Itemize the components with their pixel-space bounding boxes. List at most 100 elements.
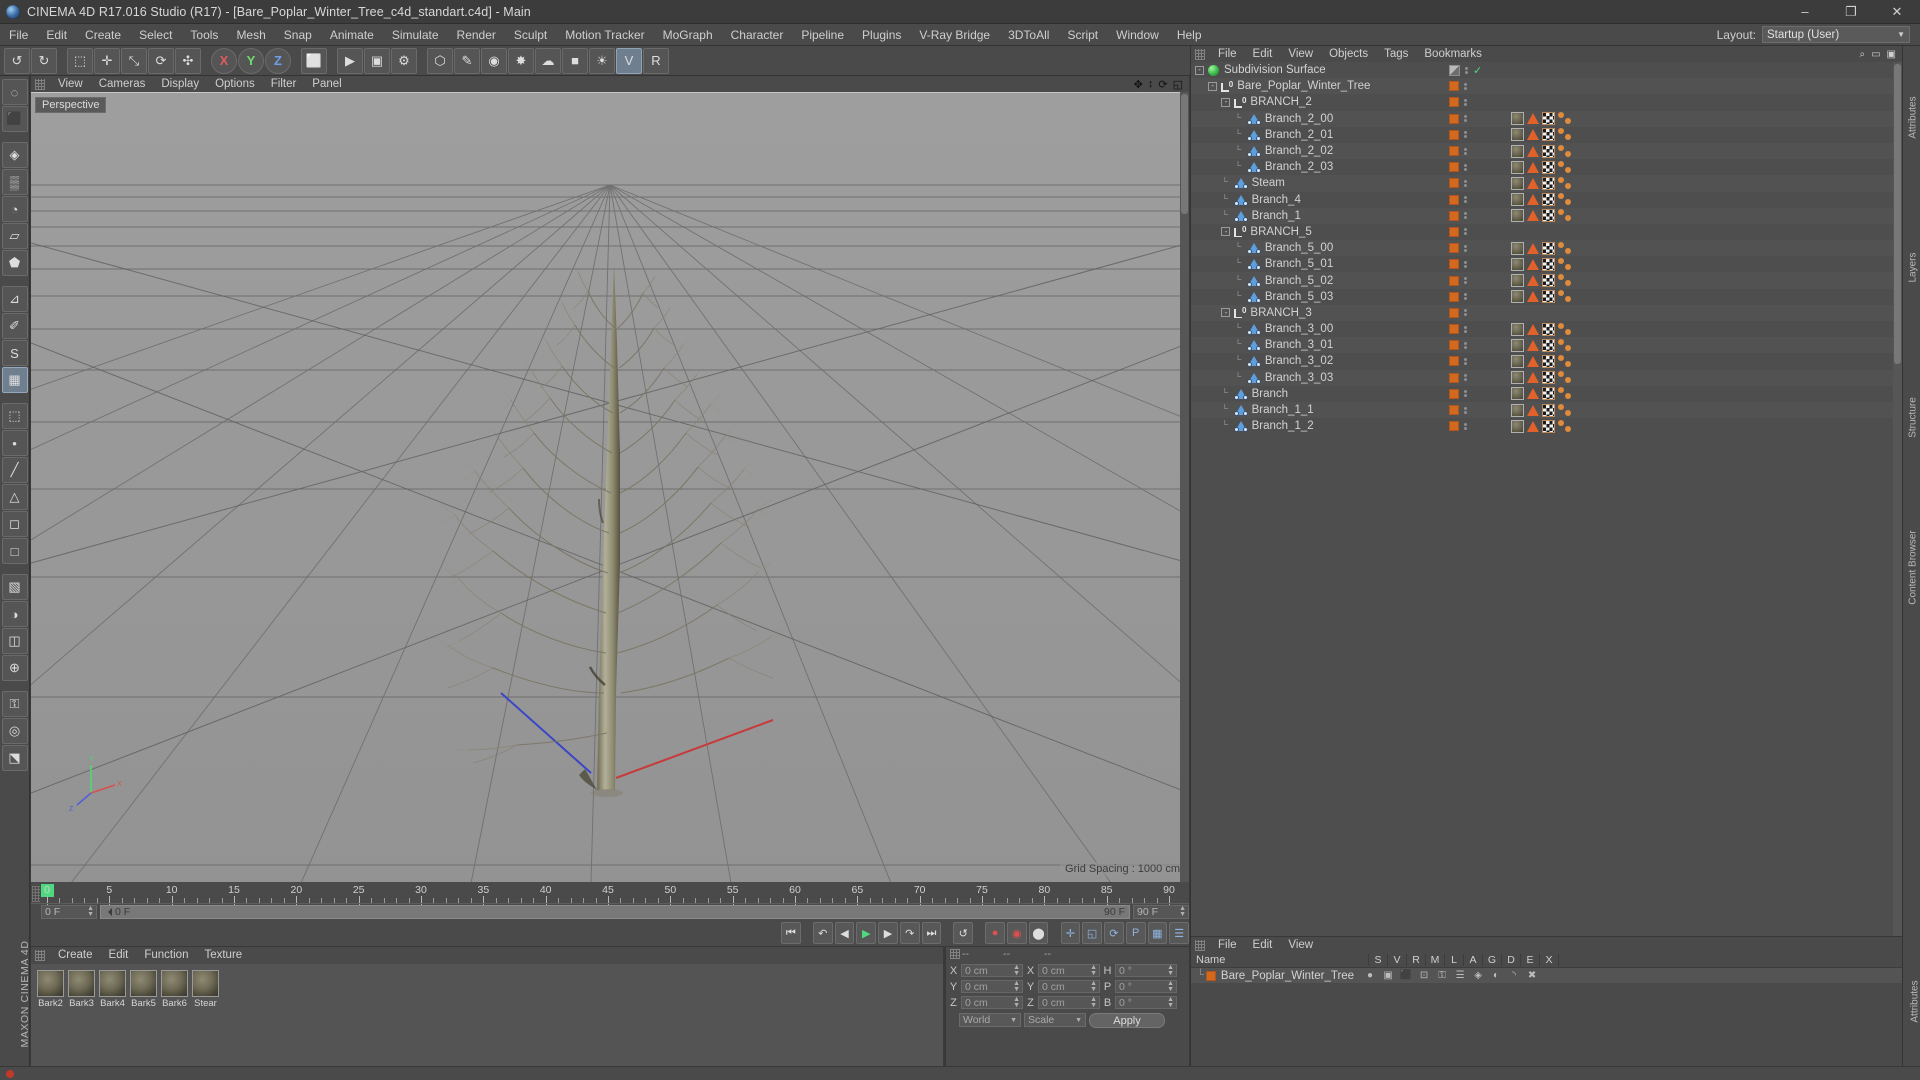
visibility-dots-icon[interactable] xyxy=(1465,66,1468,74)
paint-icon[interactable]: ✐ xyxy=(1,313,28,339)
material-tag-icon[interactable] xyxy=(1511,128,1524,142)
maximize-button[interactable]: ❐ xyxy=(1828,0,1874,24)
object-row[interactable]: -0 BRANCH_3 xyxy=(1191,304,1903,321)
object-menu-objects[interactable]: Objects xyxy=(1321,46,1376,62)
go-to-end-button[interactable]: ⏭ xyxy=(921,922,942,944)
record-active-objects-button[interactable]: ● xyxy=(985,922,1005,944)
timeline-settings-button[interactable]: ☰ xyxy=(1169,922,1189,944)
selection-tag-icon[interactable] xyxy=(1558,257,1573,271)
object-color-swatch[interactable] xyxy=(1449,291,1459,302)
animation-mode-icon[interactable]: ◑ xyxy=(1,601,28,627)
visibility-dots-icon[interactable] xyxy=(1464,147,1467,155)
tree-expander-icon[interactable]: - xyxy=(1221,97,1231,107)
coord-size-field[interactable]: 0 cm ▲ ▼ xyxy=(1038,996,1100,1009)
undo-button[interactable]: ↺ xyxy=(4,47,30,74)
material-tag-icon[interactable] xyxy=(1511,387,1524,401)
material-tag-icon[interactable] xyxy=(1511,112,1524,126)
box-primitive-icon[interactable]: ⬛ xyxy=(1,106,28,132)
light-button[interactable]: ☀ xyxy=(589,47,615,74)
texture-mode-icon[interactable]: ▧ xyxy=(1,574,28,600)
uvw-tag-icon[interactable] xyxy=(1542,338,1555,352)
menu-script[interactable]: Script xyxy=(1058,24,1107,46)
structure-column-d[interactable]: D xyxy=(1502,954,1521,966)
uvw-tag-icon[interactable] xyxy=(1542,403,1555,417)
environment-button[interactable]: ☁ xyxy=(535,47,561,74)
go-to-start-button[interactable]: ⏮ xyxy=(781,922,801,944)
coordinate-space-select[interactable]: World ▼ xyxy=(959,1013,1021,1027)
search-icon[interactable]: ⌕ xyxy=(1859,49,1865,60)
object-tree[interactable]: - Subdivision Surface ✓ -0 Bare_Poplar_Wint… xyxy=(1191,62,1903,936)
object-row[interactable]: - 0 BRANCH_2 xyxy=(1191,94,1903,110)
coord-rotation-field[interactable]: 0 ° ▲ ▼ xyxy=(1115,964,1177,977)
object-row[interactable]: └ Branch xyxy=(1191,386,1903,402)
stepper-icon[interactable]: ▲ ▼ xyxy=(1013,980,1020,993)
apply-button[interactable]: Apply xyxy=(1089,1013,1165,1028)
edge-mode-icon[interactable]: ╱ xyxy=(1,457,28,483)
material-list[interactable]: Bark2 Bark3 Bark4 Bark5 Bark6 Stear xyxy=(31,964,943,1080)
rotate-tool[interactable]: ⟳ xyxy=(148,47,174,74)
object-row[interactable]: └ Branch_5_01 xyxy=(1191,256,1903,272)
polygon-mode-icon[interactable]: △ xyxy=(1,484,28,510)
structure-column-x[interactable]: X xyxy=(1540,954,1559,966)
menu-window[interactable]: Window xyxy=(1107,24,1168,46)
coord-rotation-field[interactable]: 0 ° ▲ ▼ xyxy=(1115,980,1177,993)
menu-character[interactable]: Character xyxy=(722,24,793,46)
visibility-dots-icon[interactable] xyxy=(1464,82,1467,90)
material-tag-icon[interactable] xyxy=(1511,209,1524,223)
uvw-tag-icon[interactable] xyxy=(1542,274,1555,288)
next-keyframe-button[interactable]: ↷ xyxy=(899,922,920,944)
object-color-swatch[interactable] xyxy=(1449,405,1459,416)
menu-animate[interactable]: Animate xyxy=(321,24,383,46)
parameter-key-button[interactable]: P xyxy=(1125,922,1146,944)
visibility-dots-icon[interactable] xyxy=(1464,293,1467,301)
sculpt-icon[interactable]: S xyxy=(1,340,28,366)
material-tag-icon[interactable] xyxy=(1511,144,1524,158)
phong-tag-icon[interactable] xyxy=(1527,177,1539,189)
material-tag-icon[interactable] xyxy=(1511,338,1524,352)
right-tab-attributes[interactable]: Attributes xyxy=(1910,942,1920,1062)
stepper-icon[interactable]: ▲ ▼ xyxy=(87,905,94,918)
tree-expander-icon[interactable]: - xyxy=(1221,308,1231,318)
tree-expander-icon[interactable]: - xyxy=(1208,81,1218,91)
pla-key-button[interactable]: ▦ xyxy=(1147,922,1168,944)
object-row[interactable]: └ Branch_3_03 xyxy=(1191,369,1903,386)
panel-grip-icon[interactable] xyxy=(35,78,45,90)
uvw-tag-icon[interactable] xyxy=(1542,193,1555,207)
viewport-menu-display[interactable]: Display xyxy=(153,76,207,92)
object-row[interactable]: -0 BRANCH_5 xyxy=(1191,224,1903,240)
material-item[interactable]: Bark2 xyxy=(37,970,64,1009)
material-item[interactable]: Bark5 xyxy=(130,970,157,1009)
visibility-dots-icon[interactable] xyxy=(1464,98,1467,106)
structure-column-e[interactable]: E xyxy=(1521,954,1540,966)
structure-toggle-s-icon[interactable]: ● xyxy=(1364,970,1376,982)
coordinate-scale-select[interactable]: Scale ▼ xyxy=(1024,1013,1086,1027)
structure-toggle-m-icon[interactable]: ⊡ xyxy=(1418,970,1430,982)
structure-menu-view[interactable]: View xyxy=(1280,937,1321,953)
structure-toggle-g-icon[interactable]: ◈ xyxy=(1472,970,1484,982)
menu-mesh[interactable]: Mesh xyxy=(227,24,274,46)
phong-tag-icon[interactable] xyxy=(1527,258,1539,270)
minimize-button[interactable]: – xyxy=(1782,0,1828,24)
visibility-dots-icon[interactable] xyxy=(1464,212,1467,220)
range-left-arrow-icon[interactable] xyxy=(104,908,112,916)
panel-grip-icon-structure[interactable] xyxy=(1195,939,1205,951)
scale-tool[interactable]: ⤡ xyxy=(121,47,147,74)
selection-tag-icon[interactable] xyxy=(1558,290,1573,303)
material-item[interactable]: Bark3 xyxy=(68,970,95,1009)
stepper-icon[interactable]: ▲ ▼ xyxy=(1167,980,1174,993)
material-item[interactable]: Bark4 xyxy=(99,970,126,1009)
polygon-pen-icon[interactable]: ▱ xyxy=(1,223,28,249)
object-color-swatch[interactable] xyxy=(1449,146,1459,157)
selection-tag-icon[interactable] xyxy=(1558,371,1573,384)
structure-column-v[interactable]: V xyxy=(1388,954,1407,966)
object-row[interactable]: └ Branch_2_00 xyxy=(1191,110,1903,127)
visibility-dots-icon[interactable] xyxy=(1464,357,1467,365)
selection-tag-icon[interactable] xyxy=(1558,176,1573,190)
play-button[interactable]: ▶ xyxy=(856,922,877,944)
extrude-icon[interactable]: ⬟ xyxy=(1,250,28,276)
structure-menu-file[interactable]: File xyxy=(1210,937,1245,953)
object-color-swatch[interactable] xyxy=(1449,194,1459,205)
viewport-menu-view[interactable]: View xyxy=(50,76,91,92)
frame-range-bar[interactable]: 0 F 90 F xyxy=(100,905,1130,919)
structure-column-a[interactable]: A xyxy=(1464,954,1483,966)
